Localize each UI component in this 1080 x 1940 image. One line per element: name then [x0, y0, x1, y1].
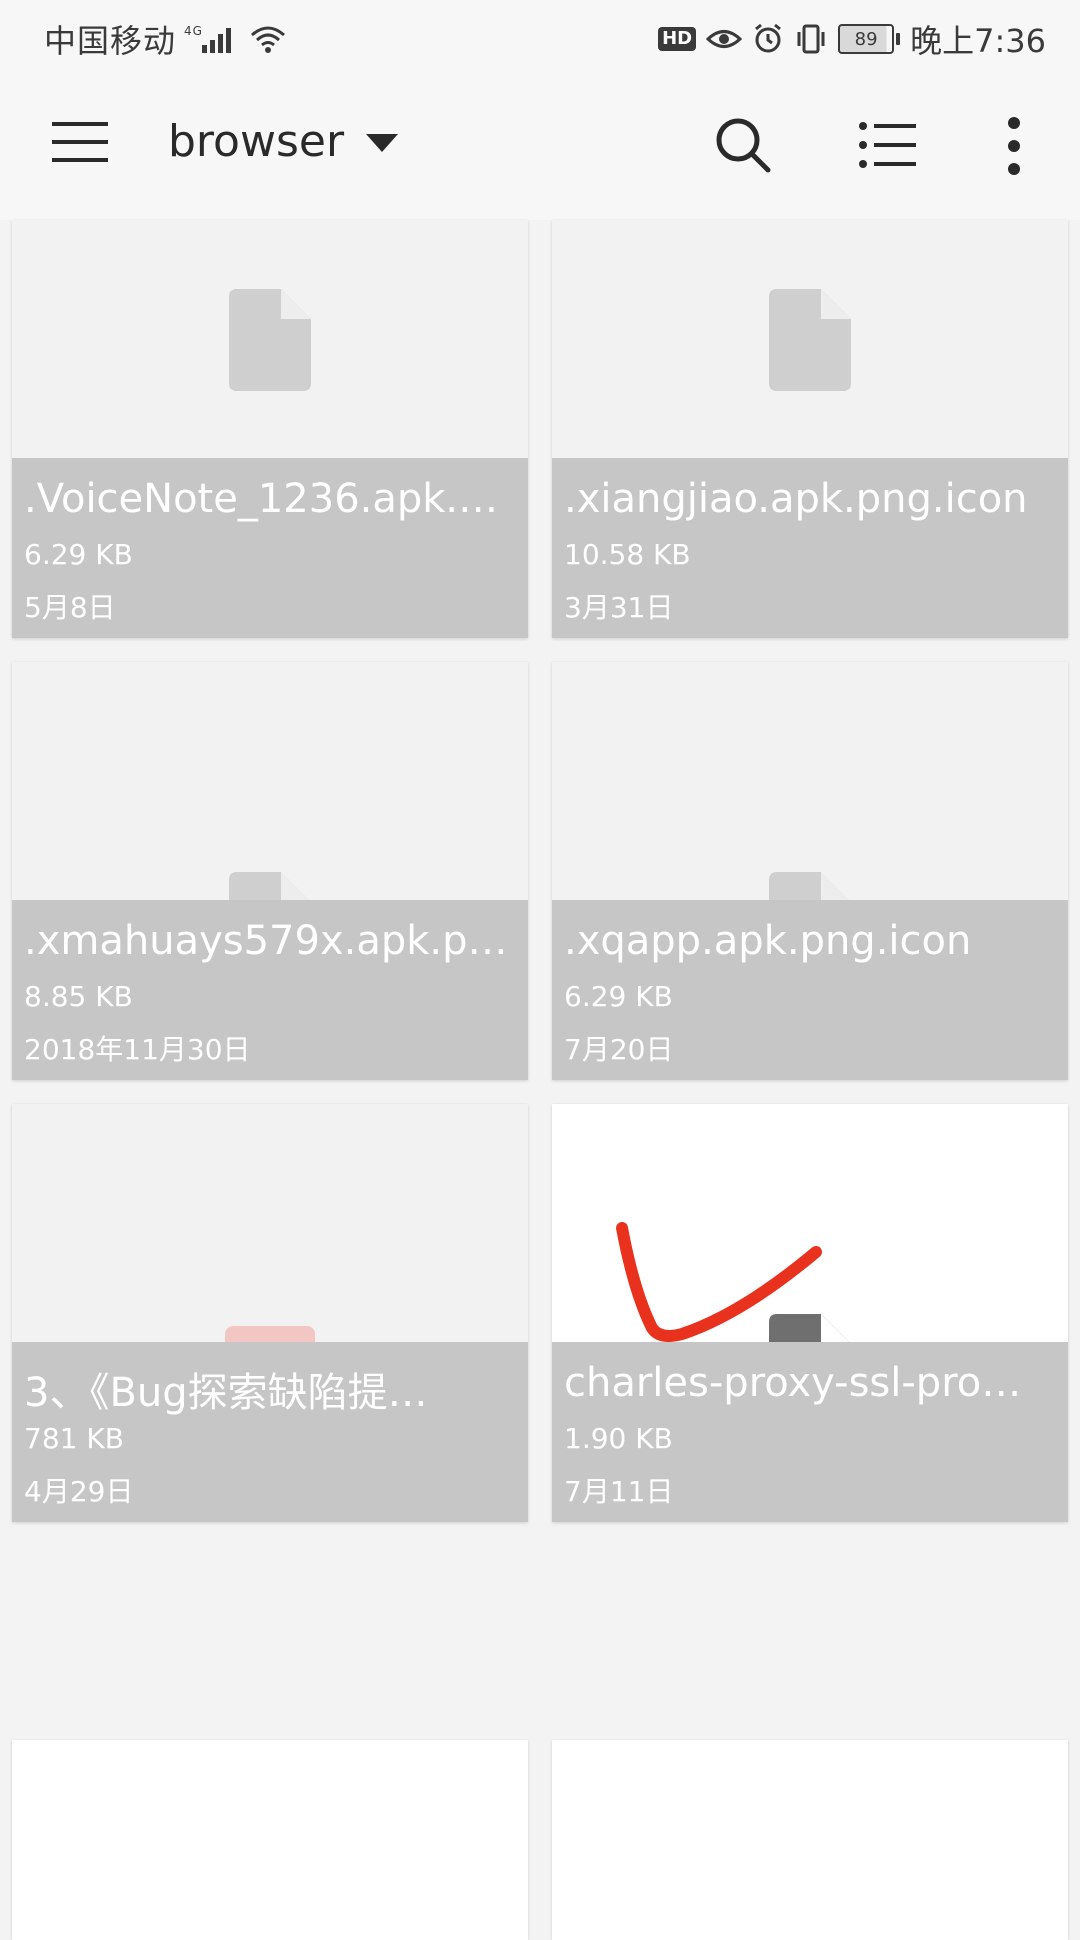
file-name: .VoiceNote_1236.apk.… [24, 476, 499, 522]
file-thumbnail [12, 220, 528, 460]
file-date: 5月8日 [24, 591, 116, 624]
file-name: 3、《Bug探索缺陷提… [24, 1370, 428, 1416]
file-info: .xmahuays579x.apk.p… 8.85 KB 2018年11月30日 [12, 900, 528, 1080]
alarm-icon [752, 23, 784, 55]
file-grid: .VoiceNote_1236.apk.… 6.29 KB 5月8日 .xian… [12, 220, 1068, 1522]
file-date: 7月20日 [564, 1033, 674, 1066]
file-date: 4月29日 [24, 1475, 134, 1508]
file-info: charles-proxy-ssl-pro… 1.90 KB 7月11日 [552, 1342, 1068, 1522]
file-info: .VoiceNote_1236.apk.… 6.29 KB 5月8日 [12, 458, 528, 638]
file-name: charles-proxy-ssl-pro… [564, 1360, 1022, 1406]
file-name: .xqapp.apk.png.icon [564, 918, 972, 964]
next-row [12, 1740, 1068, 1940]
file-card[interactable]: .VoiceNote_1236.apk.… 6.29 KB 5月8日 [12, 220, 528, 638]
vibrate-icon [794, 23, 828, 55]
status-left: 中国移动 4G [44, 16, 288, 62]
page-title: browser [168, 116, 345, 167]
carrier-label: 中国移动 [44, 22, 177, 60]
signal-icon: 4G [182, 23, 242, 55]
battery-icon: 89 [838, 24, 901, 54]
file-size: 8.85 KB [24, 980, 133, 1013]
file-info: .xqapp.apk.png.icon 6.29 KB 7月20日 [552, 900, 1068, 1080]
file-date: 2018年11月30日 [24, 1033, 251, 1066]
file-card[interactable]: PDF 3、《Bug探索缺陷提… 781 KB 4月29日 [12, 1104, 528, 1522]
file-size: 6.29 KB [564, 980, 673, 1013]
file-size: 10.58 KB [564, 538, 691, 571]
search-icon[interactable] [714, 116, 772, 174]
file-size: 6.29 KB [24, 538, 133, 571]
status-right: HD 89 晚上7:36 [658, 16, 1046, 62]
app-bar: browser [0, 72, 1080, 220]
network-label: 4G [184, 24, 203, 38]
more-vert-icon[interactable] [1000, 116, 1028, 176]
file-name: .xmahuays579x.apk.p… [24, 918, 508, 964]
location-dropdown[interactable]: browser [168, 116, 399, 167]
file-size: 1.90 KB [564, 1422, 673, 1455]
file-card[interactable]: .xiangjiao.apk.png.icon 10.58 KB 3月31日 [552, 220, 1068, 638]
status-bar: 中国移动 4G HD 89 晚上7:36 [0, 0, 1080, 72]
file-icon [769, 289, 851, 391]
file-info: .xiangjiao.apk.png.icon 10.58 KB 3月31日 [552, 458, 1068, 638]
time-label: 晚上7:36 [910, 22, 1046, 60]
file-date: 3月31日 [564, 591, 674, 624]
file-card[interactable]: .xqapp.apk.png.icon 6.29 KB 7月20日 [552, 662, 1068, 1080]
wifi-icon [248, 23, 288, 55]
file-card[interactable] [552, 1740, 1068, 1940]
annotation-checkmark [616, 1222, 822, 1342]
file-name: .xiangjiao.apk.png.icon [564, 476, 1028, 522]
file-thumbnail [552, 220, 1068, 460]
dropdown-caret-icon [366, 133, 399, 152]
file-card[interactable] [12, 1740, 528, 1940]
battery-level: 89 [838, 24, 895, 54]
file-date: 7月11日 [564, 1475, 674, 1508]
file-card[interactable]: .xmahuays579x.apk.p… 8.85 KB 2018年11月30日 [12, 662, 528, 1080]
list-view-icon[interactable] [858, 120, 916, 170]
menu-icon[interactable] [52, 118, 108, 166]
file-size: 781 KB [24, 1422, 124, 1455]
file-icon [229, 289, 311, 391]
file-info: 3、《Bug探索缺陷提… 781 KB 4月29日 [12, 1342, 528, 1522]
hd-icon: HD [658, 27, 697, 51]
eye-icon [706, 24, 743, 54]
